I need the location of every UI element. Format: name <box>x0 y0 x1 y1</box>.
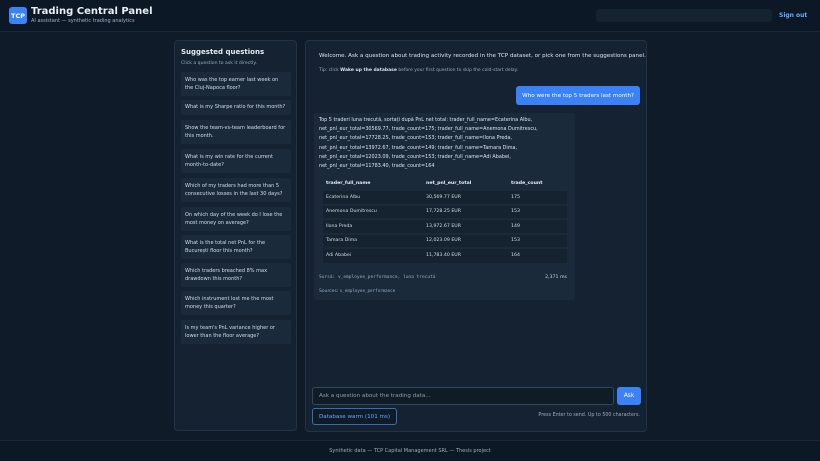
tip-suffix: before your first question to skip the c… <box>398 68 519 73</box>
table-cell: 13,972.67 EUR <box>423 218 508 234</box>
suggested-question[interactable]: Which instrument lost me the most money … <box>181 291 291 315</box>
column-header: trade_count <box>511 180 543 186</box>
suggested-question[interactable]: Who was the top earner last week on the … <box>181 72 291 96</box>
table-row: Ilona Preda 13,972.67 EUR 149 <box>323 218 567 234</box>
table-row: Anemona Dumitrescu 17,728.25 EUR 153 <box>323 203 567 219</box>
table-cell: Tamara Dima <box>323 232 423 248</box>
suggestions-title: Suggested questions <box>181 48 265 56</box>
composer-hint: Press Enter to send. Up to 500 character… <box>538 413 640 418</box>
suggested-question[interactable]: On which day of the week do I lose the m… <box>181 207 291 231</box>
header-blurred-field <box>596 9 772 22</box>
table-cell: 164 <box>508 247 567 263</box>
database-warm-button[interactable]: Database warm (101 ms) <box>312 408 398 425</box>
elapsed-time: 2,371 ms <box>545 275 567 280</box>
app-subtitle: AI assistant — synthetic trading analyti… <box>31 18 135 24</box>
column-header: net_pnl_eur_total <box>426 180 472 186</box>
app-logo: TCP <box>9 7 27 24</box>
footer-text: Synthetic data — TCP Capital Management … <box>329 448 491 454</box>
table-cell: 30,569.77 EUR <box>423 189 508 205</box>
table-cell: Ilona Preda <box>323 218 423 234</box>
sources-label: Sources: <box>319 289 339 294</box>
sign-out-button[interactable]: Sign out <box>779 12 807 19</box>
suggestions-hint: Click a question to ask it directly. <box>181 61 257 66</box>
chat-panel: Welcome. Ask a question about trading ac… <box>305 40 647 432</box>
table-header-row: trader_full_name net_pnl_eur_total trade… <box>323 177 567 190</box>
tip-prefix: Tip: click <box>319 68 339 73</box>
app-title: Trading Central Panel <box>31 6 153 17</box>
table-cell: 153 <box>508 232 567 248</box>
table-cell: 175 <box>508 189 567 205</box>
table-cell: 17,728.25 EUR <box>423 203 508 219</box>
table-cell: Adi Ababei <box>323 247 423 263</box>
suggestions-panel: Suggested questions Click a question to … <box>174 40 297 431</box>
table-cell: 12,023.09 EUR <box>423 232 508 248</box>
table-row: Adi Ababei 11,783.40 EUR 164 <box>323 247 567 263</box>
table-row: Tamara Dima 12,023.09 EUR 153 <box>323 232 567 248</box>
suggested-question[interactable]: Which traders breached 8% max drawdown t… <box>181 263 291 287</box>
welcome-message: Welcome. Ask a question about trading ac… <box>319 53 646 59</box>
suggested-question[interactable]: What is my Sharpe ratio for this month? <box>181 100 291 115</box>
table-cell: 153 <box>508 203 567 219</box>
assistant-answer: Top 5 traderi luna trecută, sortați după… <box>314 113 575 300</box>
sources-line: Sources: v_employee_performance <box>319 288 395 294</box>
sources-value: v_employee_performance <box>339 288 396 293</box>
results-table: trader_full_name net_pnl_eur_total trade… <box>323 177 567 263</box>
suggested-question[interactable]: Is my team's PnL variance higher or lowe… <box>181 320 291 344</box>
top-bar: TCP Trading Central Panel AI assistant —… <box>0 0 820 32</box>
column-header: trader_full_name <box>326 180 371 186</box>
table-cell: Anemona Dumitrescu <box>323 203 423 219</box>
answer-text: Top 5 traderi luna trecută, sortați după… <box>319 117 538 170</box>
suggested-question[interactable]: What is the total net PnL for the Bucure… <box>181 235 291 259</box>
table-cell: 11,783.40 EUR <box>423 247 508 263</box>
table-cell: Ecaterina Albu <box>323 189 423 205</box>
source-line: Sursă: v_employee_performance, luna trec… <box>319 275 436 280</box>
user-message: Who were the top 5 traders last month? <box>516 86 640 105</box>
suggested-question[interactable]: What is my win rate for the current mont… <box>181 149 291 173</box>
suggested-question[interactable]: Which of my traders had more than 5 cons… <box>181 178 291 202</box>
table-cell: 149 <box>508 218 567 234</box>
table-row: Ecaterina Albu 30,569.77 EUR 175 <box>323 189 567 205</box>
footer: Synthetic data — TCP Capital Management … <box>0 440 820 461</box>
tip-wake-db: Wake up the database <box>340 68 397 73</box>
tip-line: Tip: click Wake up the database before y… <box>319 68 518 73</box>
ask-button[interactable]: Ask <box>617 387 641 405</box>
suggested-question[interactable]: Show the team-vs-team leaderboard for th… <box>181 120 291 144</box>
question-input[interactable] <box>312 387 614 405</box>
